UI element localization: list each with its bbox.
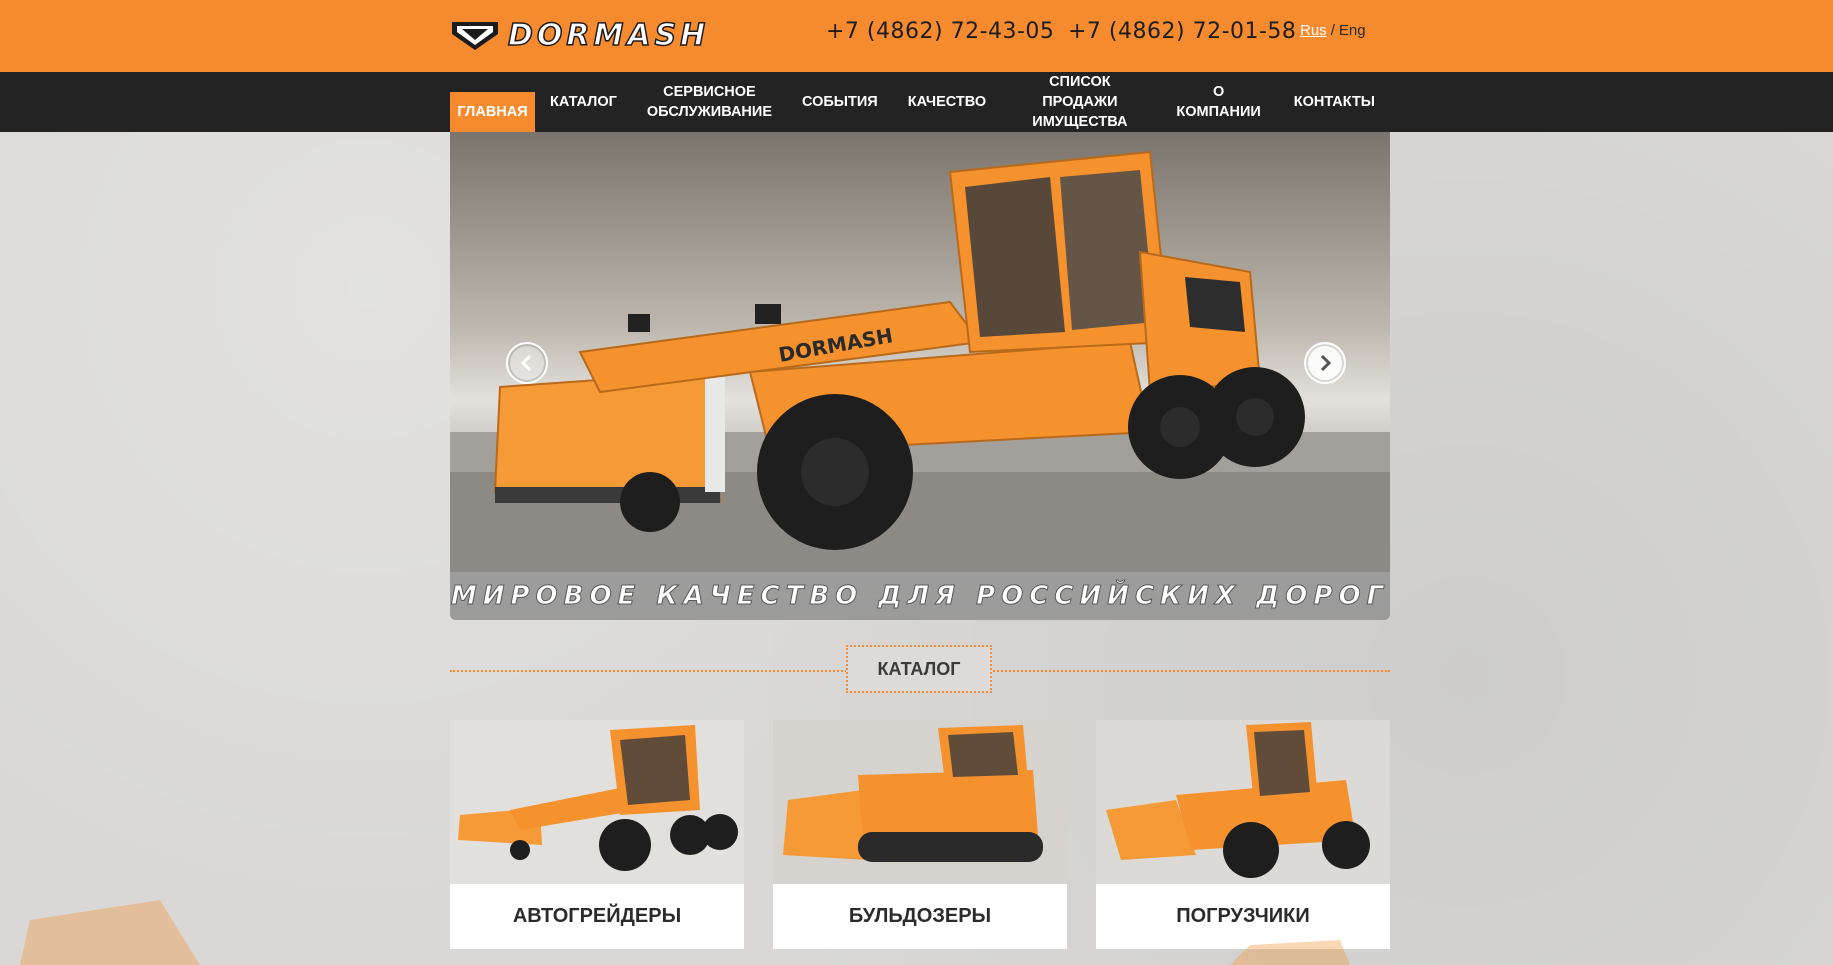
slider-prev-button[interactable] [506, 342, 548, 384]
nav-item-contacts[interactable]: КОНТАКТЫ [1279, 72, 1390, 132]
nav-item-home[interactable]: ГЛАВНАЯ [450, 92, 544, 154]
nav-item-quality[interactable]: КАЧЕСТВО [893, 72, 1001, 132]
lang-rus-link[interactable]: Rus [1300, 22, 1327, 39]
bulldozer-card-image [773, 720, 1067, 884]
background-machine-decoration [20, 900, 200, 965]
lang-eng-link[interactable]: Eng [1339, 22, 1366, 39]
nav-item-service[interactable]: СЕРВИСНОЕ ОБСЛУЖИВАНИЕ [632, 72, 787, 132]
lang-separator: / [1330, 22, 1335, 39]
loader-card-image [1096, 720, 1390, 884]
main-navbar: ГЛАВНАЯ КАТАЛОГ СЕРВИСНОЕ ОБСЛУЖИВАНИЕ С… [0, 72, 1833, 154]
nav-item-about[interactable]: О КОМПАНИИ [1159, 72, 1279, 132]
nav-item-catalog[interactable]: КАТАЛОГ [535, 72, 632, 132]
hero-slider: DORMASH МИРОВОЕ КАЧЕСТВО ДЛЯ РОССИЙСКИХ … [450, 132, 1390, 620]
background-machine-decoration-2 [1230, 940, 1350, 965]
slider-caption-bar: МИРОВОЕ КАЧЕСТВО ДЛЯ РОССИЙСКИХ ДОРОГ [450, 572, 1390, 620]
slider-caption: МИРОВОЕ КАЧЕСТВО ДЛЯ РОССИЙСКИХ ДОРОГ [450, 581, 1390, 612]
phone-number-2[interactable]: +7 (4862) 72-01-58 [1068, 19, 1296, 44]
grader-hero-image: DORMASH [450, 150, 1390, 572]
card-label-graders: АВТОГРЕЙДЕРЫ [512, 905, 682, 927]
catalog-section-title: КАТАЛОГ [846, 645, 992, 693]
chevron-left-icon [520, 354, 532, 372]
main-nav: ГЛАВНАЯ КАТАЛОГ СЕРВИСНОЕ ОБСЛУЖИВАНИЕ С… [450, 72, 1390, 154]
card-label-bulldozers: БУЛЬДОЗЕРЫ [848, 905, 992, 927]
catalog-cards: АВТОГРЕЙДЕРЫ БУЛЬДОЗЕРЫ ПОГРУЗЧИКИ [450, 720, 1390, 950]
catalog-card-loaders[interactable]: ПОГРУЗЧИКИ [1096, 720, 1390, 949]
phone-number-1[interactable]: +7 (4862) 72-43-05 [826, 19, 1054, 44]
dormash-logo-icon [452, 22, 498, 50]
catalog-card-graders[interactable]: АВТОГРЕЙДЕРЫ [450, 720, 744, 949]
top-bar: DORMASH +7 (4862) 72-43-05 +7 (4862) 72-… [0, 0, 1833, 72]
grader-card-image [450, 720, 744, 884]
nav-item-events[interactable]: СОБЫТИЯ [787, 72, 893, 132]
site-logo[interactable]: DORMASH [450, 17, 782, 54]
slider-next-button[interactable] [1304, 342, 1346, 384]
catalog-card-bulldozers[interactable]: БУЛЬДОЗЕРЫ [773, 720, 1067, 949]
logo-text: DORMASH [507, 17, 710, 54]
chevron-right-icon [1320, 354, 1332, 372]
nav-item-property-sale[interactable]: СПИСОК ПРОДАЖИ ИМУЩЕСТВА [1001, 72, 1158, 132]
language-switcher: Rus / Eng [1300, 22, 1366, 39]
